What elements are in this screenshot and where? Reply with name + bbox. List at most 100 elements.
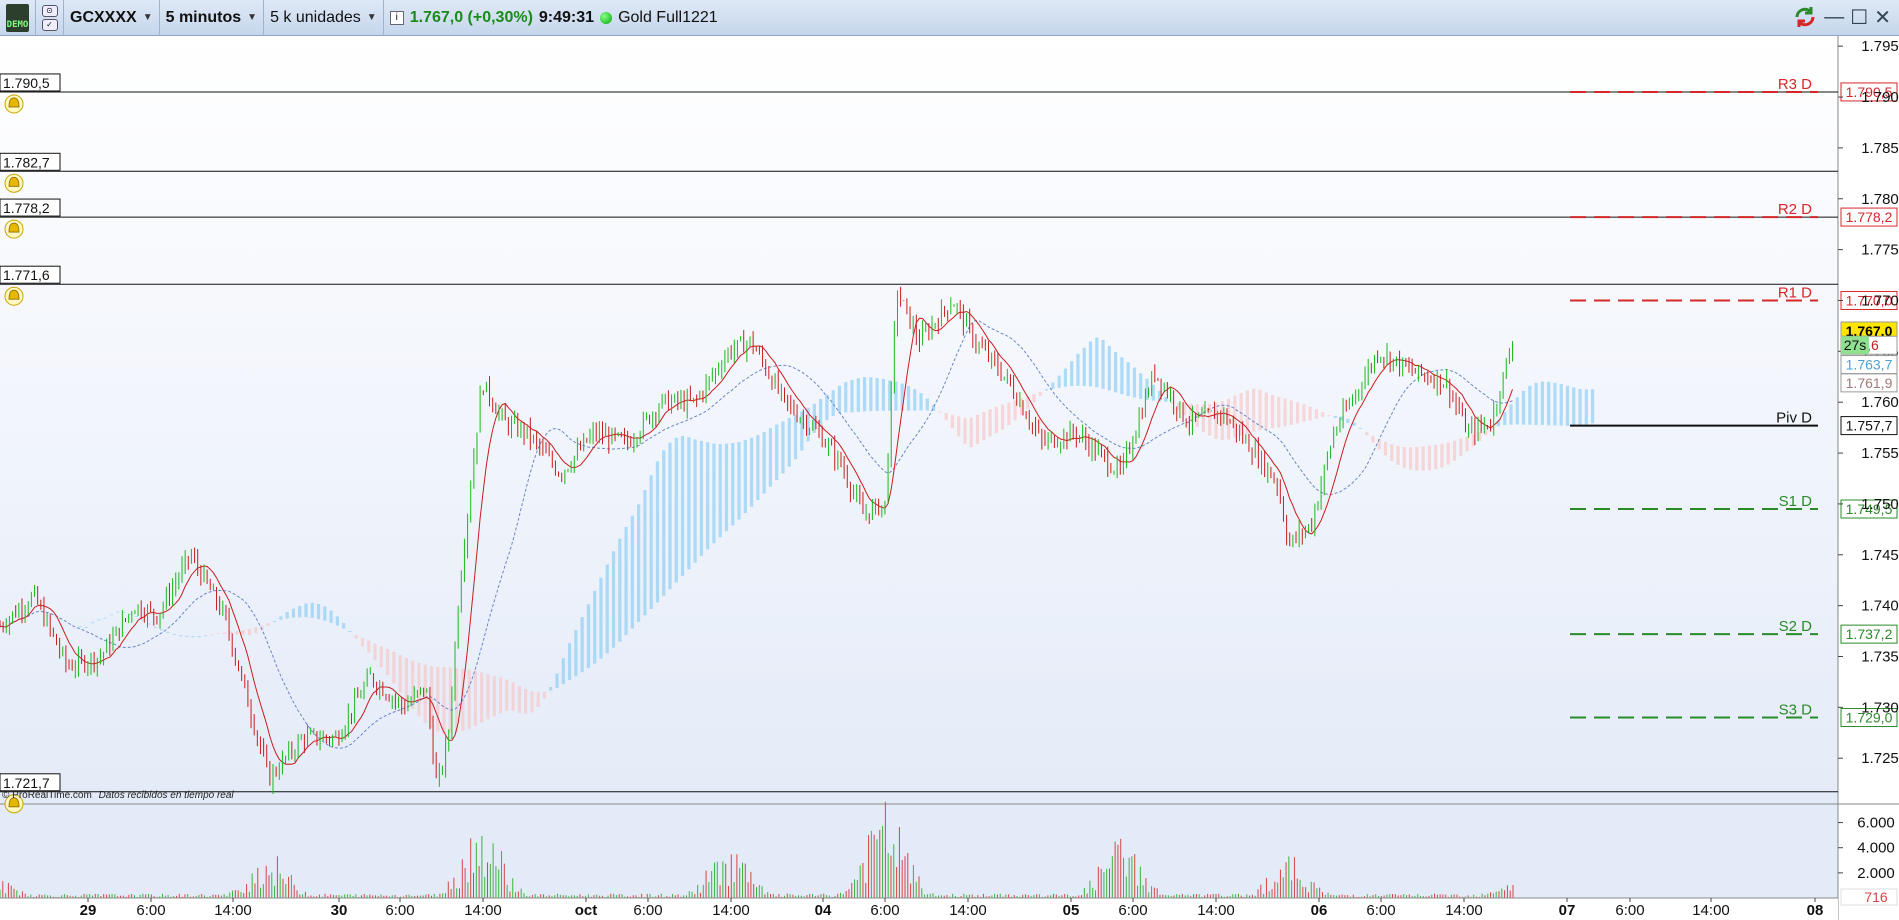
cloud-segment <box>938 411 942 413</box>
cloud-segment <box>1132 367 1137 398</box>
bell-icon-body <box>8 222 20 233</box>
demo-badge: DEMO <box>0 0 36 36</box>
cloud-segment <box>536 692 540 707</box>
cloud-segment <box>1051 382 1055 390</box>
timeframe-selector[interactable]: 5 minutos ▼ <box>160 0 265 36</box>
cloud-segment <box>975 414 980 444</box>
cloud-segment <box>1063 368 1067 387</box>
alert-price-label: 1.790,5 <box>3 75 50 91</box>
cloud-segment <box>153 627 157 629</box>
cloud-segment <box>78 626 82 628</box>
cloud-segment <box>172 633 176 635</box>
cloud-segment <box>1038 392 1042 396</box>
pivot-level-value: 1.778,2 <box>1846 209 1893 225</box>
cloud-segment <box>925 398 929 411</box>
cloud-segment <box>247 628 252 635</box>
cloud-segment <box>84 626 88 628</box>
x-tick-label: oct <box>575 902 598 919</box>
refresh-icon[interactable] <box>1792 4 1818 30</box>
bell-icon[interactable] <box>4 219 24 239</box>
x-tick-label: 14:00 <box>214 902 252 919</box>
alert-price-label: 1.771,6 <box>3 267 50 283</box>
cloud-segment <box>398 655 402 693</box>
close-button[interactable]: ✕ <box>1874 5 1891 30</box>
cloud-segment <box>329 610 333 623</box>
price-chart[interactable]: 1.790,5 1.782,7 1.778,2 1.771,6 1.721,7 R3 D… <box>0 36 1899 920</box>
cloud-segment <box>486 674 490 720</box>
cloud-segment <box>1277 397 1281 428</box>
info-icon[interactable]: i <box>389 10 404 25</box>
cloud-segment <box>963 417 967 444</box>
maximize-button[interactable]: ☐ <box>1850 5 1868 30</box>
cloud-segment <box>323 606 327 621</box>
cloud-segment <box>191 636 195 638</box>
y-tick-label: 1.760 <box>1861 394 1899 411</box>
cloud-segment <box>342 623 346 629</box>
cloud-segment <box>957 416 961 437</box>
cloud-segment <box>1139 373 1143 399</box>
cloud-segment <box>1057 375 1061 388</box>
bell-icon-body <box>8 176 20 187</box>
cloud-segment <box>1452 440 1457 461</box>
units-selector[interactable]: 5 k unidades ▼ <box>264 0 384 36</box>
cloud-segment <box>1283 398 1287 427</box>
bell-icon[interactable] <box>4 286 24 306</box>
volume-tick-label: 4.000 <box>1857 840 1895 857</box>
cloud-segment <box>310 602 314 618</box>
link-icon[interactable]: ⊙ <box>41 4 58 17</box>
pivot-level-name: Piv D <box>1776 410 1812 427</box>
cloud-segment <box>624 526 628 636</box>
ticker-selector[interactable]: GCXXXX ▼ <box>64 0 160 36</box>
cloud-segment <box>103 617 107 619</box>
cloud-segment <box>680 435 685 576</box>
cloud-segment <box>511 682 515 711</box>
cloud-segment <box>1521 390 1526 425</box>
cloud-segment <box>505 679 509 711</box>
cloud-segment <box>1302 404 1306 422</box>
chevron-down-icon: ▼ <box>247 12 258 23</box>
check-icon[interactable]: ✓ <box>41 18 58 31</box>
cloud-segment <box>1396 446 1400 465</box>
cloud-segment <box>831 390 835 417</box>
cloud-segment <box>913 389 917 411</box>
cloud-segment <box>178 635 183 637</box>
x-tick-label: 6:00 <box>136 902 165 919</box>
pivot-level-name: R1 D <box>1778 284 1812 301</box>
volume-current: 716 <box>1864 889 1888 905</box>
x-tick-label: 04 <box>815 902 832 919</box>
cloud-segment <box>906 385 911 411</box>
y-tick-label: 1.795 <box>1861 38 1899 55</box>
cloud-segment <box>530 691 534 713</box>
cloud-segment <box>768 428 773 487</box>
x-tick-label: 6:00 <box>633 902 662 919</box>
pivot-level-name: S3 D <box>1779 702 1813 719</box>
cloud-segment <box>1421 446 1425 471</box>
cloud-segment <box>825 394 829 421</box>
cloud-segment <box>1377 439 1381 450</box>
bell-icon[interactable] <box>4 94 24 114</box>
cloud-segment <box>1252 388 1256 432</box>
cloud-segment <box>1296 402 1300 424</box>
cloud-segment <box>498 677 503 714</box>
cloud-segment <box>1553 382 1557 426</box>
cloud-segment <box>724 443 729 532</box>
cloud-segment <box>668 442 672 590</box>
bell-icon[interactable] <box>4 173 24 193</box>
tool-icons[interactable]: ⊙ ✓ <box>36 0 64 36</box>
cloud-segment <box>1044 389 1049 391</box>
cloud-segment <box>693 439 697 563</box>
cloud-segment <box>279 616 283 620</box>
cloud-segment <box>285 612 289 619</box>
cloud-segment <box>1584 389 1588 425</box>
cloud-segment <box>756 435 760 501</box>
cloud-segment <box>266 623 270 626</box>
last-price: 1.767,0 (+0,30%) <box>409 8 533 26</box>
minimize-button[interactable]: — <box>1824 6 1844 29</box>
cloud-segment <box>348 631 352 633</box>
bell-icon-body <box>8 289 20 300</box>
pivot-level-value: 1.737,2 <box>1846 626 1893 642</box>
cloud-segment <box>473 670 478 727</box>
cloud-segment <box>1434 444 1438 470</box>
chevron-down-icon: ▼ <box>142 12 153 23</box>
y-tick-label: 1.735 <box>1861 649 1899 666</box>
